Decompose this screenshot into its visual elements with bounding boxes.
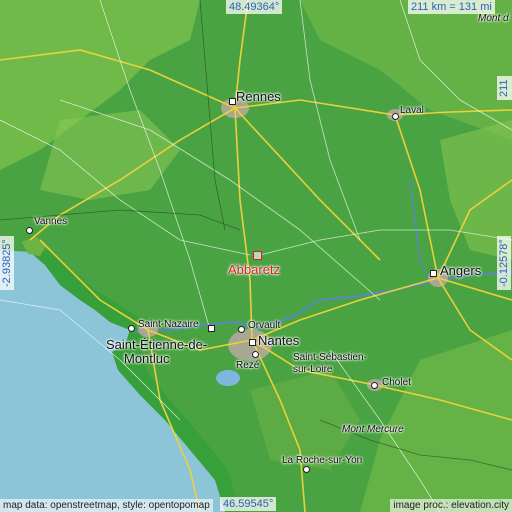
city-marker-la-roche-sur-yon xyxy=(303,466,310,473)
city-marker-angers xyxy=(430,270,437,277)
city-label-saint-sebastien-line2: sur-Loire xyxy=(293,364,333,375)
city-marker-saint-nazaire xyxy=(128,325,135,332)
focus-label-abbaretz: Abbaretz xyxy=(228,262,281,277)
focus-marker xyxy=(253,251,262,260)
coord-left: -2.93825° xyxy=(0,236,14,290)
coord-bottom: 46.59545° xyxy=(220,497,277,511)
city-marker-rennes xyxy=(229,98,236,105)
city-marker-laval xyxy=(392,113,399,120)
peak-label-mont-mercure: Mont Mercure xyxy=(342,424,404,435)
city-marker-cholet xyxy=(371,382,378,389)
city-label-saint-etienne-line1: Saint-Étienne-de- xyxy=(106,337,208,352)
attribution-right: image proc.: elevation.city xyxy=(390,499,512,512)
map-view[interactable]: Rennes Laval Vannes Angers Saint-Nazaire… xyxy=(0,0,512,512)
city-marker-saint-etienne xyxy=(208,325,215,332)
city-marker-orvault xyxy=(238,326,245,333)
city-label-reze: Rezé xyxy=(236,360,260,371)
city-marker-reze xyxy=(252,351,259,358)
city-label-laval: Laval xyxy=(400,105,424,116)
city-label-vannes: Vannes xyxy=(34,216,68,227)
peak-label-mont-d: Mont d xyxy=(478,13,509,24)
city-marker-nantes xyxy=(249,339,256,346)
city-marker-vannes xyxy=(26,227,33,234)
city-label-angers: Angers xyxy=(440,263,482,278)
city-label-la-roche-sur-yon: La Roche-sur-Yon xyxy=(282,455,363,466)
city-label-cholet: Cholet xyxy=(382,377,411,388)
city-label-orvault: Orvault xyxy=(248,320,281,331)
attribution-left: map data: openstreetmap, style: opentopo… xyxy=(0,499,213,512)
coord-right: -0.12578° xyxy=(497,236,511,290)
city-label-nantes: Nantes xyxy=(258,333,300,348)
city-label-saint-etienne-line2: Montluc xyxy=(124,351,170,366)
city-label-rennes: Rennes xyxy=(236,89,281,104)
city-label-saint-nazaire: Saint-Nazaire xyxy=(138,319,199,330)
scale-horizontal: 211 km = 131 mi xyxy=(408,0,495,14)
scale-vertical: 211 km = 131 mi xyxy=(497,75,512,100)
city-label-saint-sebastien-line1: Saint-Sébastien- xyxy=(293,352,367,363)
coord-top: 48.49364° xyxy=(226,0,283,14)
